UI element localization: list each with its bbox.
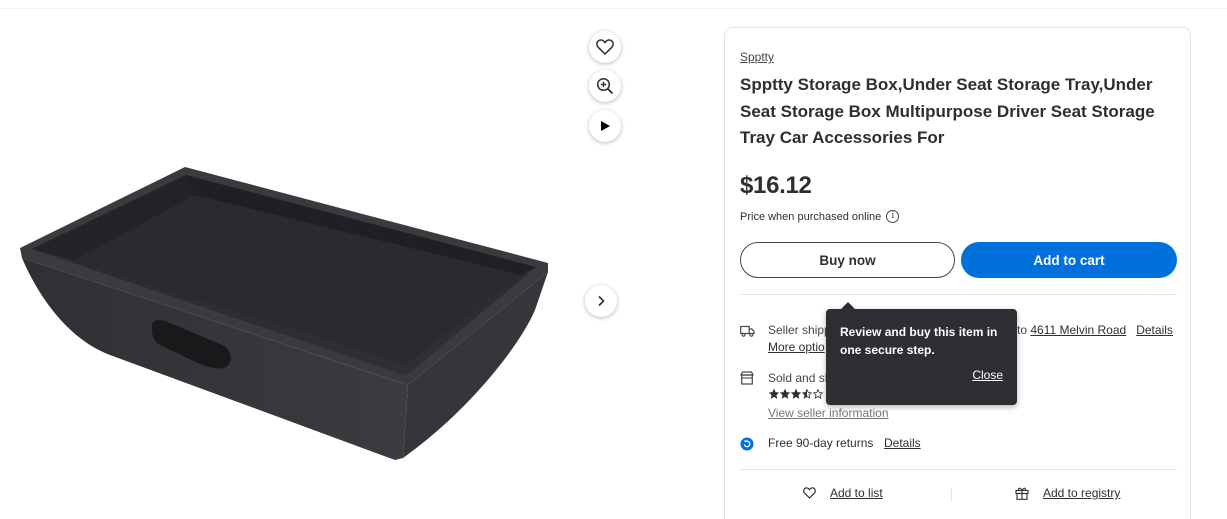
price-note: Price when purchased online i (740, 210, 900, 223)
returns-details-link[interactable]: Details (884, 435, 921, 452)
brand-link[interactable]: Spptty (740, 50, 774, 64)
tooltip-text: Review and buy this item in one secure s… (840, 325, 998, 357)
returns-icon (739, 436, 755, 452)
top-divider (0, 8, 1227, 9)
tooltip-arrow (841, 302, 855, 309)
add-to-cart-button[interactable]: Add to cart (961, 242, 1177, 278)
play-video-button[interactable] (589, 110, 621, 142)
buy-now-button[interactable]: Buy now (740, 242, 955, 278)
product-title: Spptty Storage Box,Under Seat Storage Tr… (740, 75, 1155, 147)
buy-now-tooltip: Review and buy this item in one secure s… (826, 302, 1017, 405)
vertical-divider (951, 488, 952, 502)
shipping-to-label: to (1017, 323, 1028, 337)
price-note-label: Price when purchased online (740, 210, 882, 223)
add-to-list-label: Add to list (830, 486, 883, 500)
star-full-icon (780, 389, 790, 399)
shipping-address-group: to 4611 Melvin Road Details (1017, 322, 1173, 339)
next-image-button[interactable] (585, 285, 617, 317)
seller-rating (769, 389, 823, 399)
add-to-registry-button[interactable]: Add to registry (1015, 486, 1120, 500)
address-link[interactable]: 4611 Melvin Road (1030, 323, 1126, 337)
shipping-text: Seller shipp (768, 323, 831, 337)
sold-by-text: Sold and sh (768, 371, 832, 385)
favorite-button[interactable] (589, 31, 621, 63)
product-image (20, 167, 548, 460)
star-full-icon (791, 389, 801, 399)
add-to-registry-label: Add to registry (1043, 486, 1121, 500)
star-half-icon (802, 389, 812, 399)
shipping-details-link[interactable]: Details (1136, 323, 1173, 337)
truck-icon (739, 323, 755, 339)
divider (740, 469, 1177, 470)
zoom-button[interactable] (589, 70, 621, 102)
info-icon[interactable]: i (886, 210, 900, 223)
star-empty-icon (813, 389, 823, 399)
product-price: $16.12 (740, 172, 812, 199)
more-options-link[interactable]: More optio (768, 339, 825, 356)
star-full-icon (769, 389, 779, 399)
view-seller-info-link[interactable]: View seller information (768, 405, 889, 422)
heart-icon (803, 487, 816, 499)
add-to-list-button[interactable]: Add to list (803, 486, 883, 500)
tooltip-close-link[interactable]: Close (972, 368, 1003, 382)
returns-text: Free 90-day returns (768, 436, 874, 450)
play-icon (601, 121, 610, 131)
heart-icon (596, 39, 614, 55)
store-icon (739, 370, 755, 386)
zoom-in-icon (596, 77, 614, 95)
gift-icon (1015, 487, 1029, 500)
chevron-right-icon (598, 295, 605, 307)
divider (740, 294, 1177, 295)
buy-box: Spptty Spptty Storage Box,Under Seat Sto… (724, 27, 1191, 519)
